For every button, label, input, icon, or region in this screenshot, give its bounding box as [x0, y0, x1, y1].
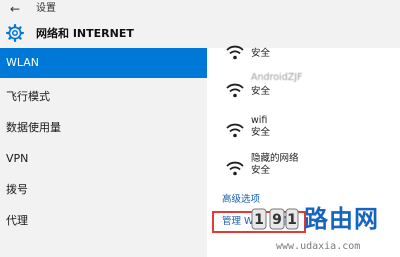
sidebar-item-dialup[interactable]: 拨号 — [0, 175, 207, 205]
gear-icon — [6, 24, 24, 42]
network-name: AndroidZJF — [251, 72, 303, 83]
sidebar-item-data-usage[interactable]: 数据使用量 — [0, 113, 207, 143]
sidebar-item-wlan[interactable]: WLAN — [0, 48, 207, 78]
wifi-signal-icon — [226, 123, 244, 138]
sidebar-item-label: VPN — [6, 152, 29, 165]
back-button[interactable]: ← — [6, 0, 24, 18]
sidebar-item-airplane-mode[interactable]: 飞行模式 — [0, 82, 207, 112]
sidebar-item-label: 拨号 — [6, 183, 28, 196]
network-status: 安全 — [251, 127, 271, 138]
sidebar-item-vpn[interactable]: VPN — [0, 144, 207, 174]
window-title: 设置 — [36, 3, 56, 14]
page-title: 网络和 INTERNET — [36, 27, 134, 40]
sidebar-item-proxy[interactable]: 代理 — [0, 206, 207, 236]
sidebar-item-label: WLAN — [6, 56, 40, 69]
network-item[interactable]: wifi 安全 — [225, 115, 395, 145]
svg-text:9: 9 — [272, 212, 282, 228]
network-name: wifi — [251, 115, 268, 126]
network-name: 隐藏的网络 — [251, 153, 299, 164]
network-status: 安全 — [251, 165, 271, 176]
watermark-logo-icon: 1 9 1 — [251, 208, 299, 230]
sidebar: WLAN 飞行模式 数据使用量 VPN 拨号 代理 — [0, 48, 207, 257]
svg-text:1: 1 — [287, 212, 297, 228]
svg-text:1: 1 — [254, 212, 264, 228]
watermark-url: www.udaxia.com — [276, 241, 361, 252]
network-item[interactable]: AndroidZJF 安全 — [225, 72, 395, 102]
sidebar-item-label: 数据使用量 — [6, 121, 61, 134]
network-item[interactable]: 隐藏的网络 安全 — [225, 153, 395, 183]
sidebar-item-label: 代理 — [6, 214, 28, 227]
network-status: 安全 — [251, 48, 271, 59]
network-status: 安全 — [251, 86, 271, 97]
sidebar-item-label: 飞行模式 — [6, 90, 50, 103]
watermark-brand: 路由网 — [304, 205, 379, 233]
page-header: 网络和 INTERNET — [0, 18, 400, 48]
title-bar: ← 设置 — [0, 0, 400, 18]
wifi-signal-icon — [226, 45, 244, 60]
wifi-signal-icon — [226, 161, 244, 176]
wifi-signal-icon — [226, 83, 244, 98]
